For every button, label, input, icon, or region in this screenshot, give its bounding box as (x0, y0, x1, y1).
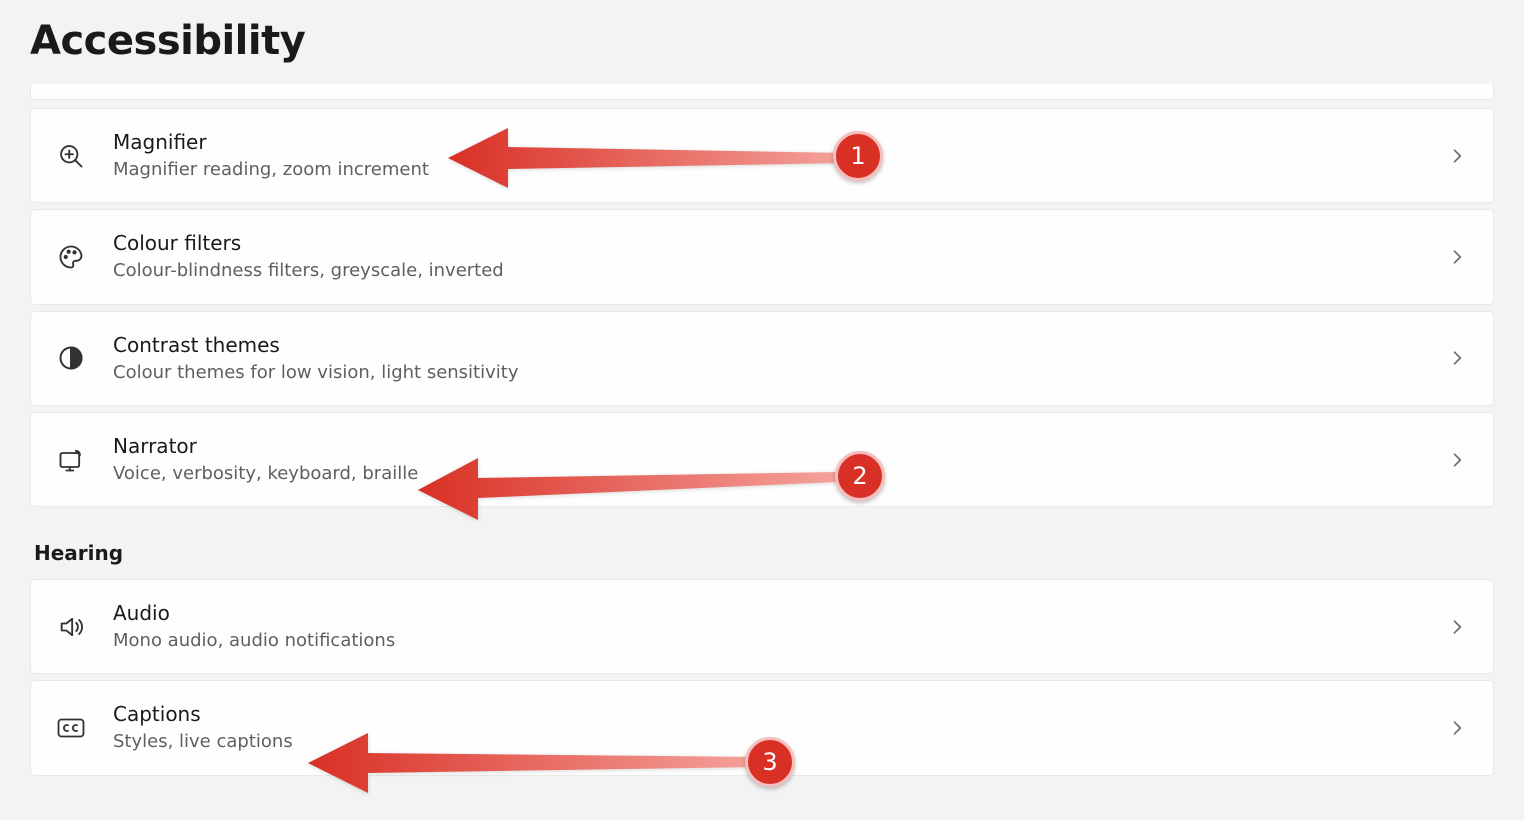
settings-item-colour-filters[interactable]: Colour filters Colour-blindness filters,… (30, 209, 1494, 304)
contrast-icon (57, 344, 85, 372)
settings-item-audio[interactable]: Audio Mono audio, audio notifications (30, 579, 1494, 674)
settings-item-title: Magnifier (113, 129, 1419, 156)
settings-item-captions[interactable]: Captions Styles, live captions (30, 680, 1494, 775)
chevron-right-icon (1447, 146, 1467, 166)
speaker-icon (57, 613, 85, 641)
chevron-right-icon (1447, 247, 1467, 267)
narrator-icon (57, 446, 85, 474)
settings-item-magnifier[interactable]: Magnifier Magnifier reading, zoom increm… (30, 108, 1494, 203)
chevron-right-icon (1447, 450, 1467, 470)
palette-icon (57, 243, 85, 271)
settings-item-narrator[interactable]: Narrator Voice, verbosity, keyboard, bra… (30, 412, 1494, 507)
settings-item-subtitle: Voice, verbosity, keyboard, braille (113, 462, 1419, 486)
settings-item-title: Audio (113, 600, 1419, 627)
settings-item-title: Colour filters (113, 230, 1419, 257)
captions-icon (57, 714, 85, 742)
settings-item-subtitle: Magnifier reading, zoom increment (113, 158, 1419, 182)
chevron-right-icon (1447, 617, 1467, 637)
chevron-right-icon (1447, 718, 1467, 738)
settings-item-title: Narrator (113, 433, 1419, 460)
settings-item-title: Contrast themes (113, 332, 1419, 359)
section-heading-hearing: Hearing (30, 513, 1494, 579)
settings-item-title: Captions (113, 701, 1419, 728)
settings-item-subtitle: Colour themes for low vision, light sens… (113, 361, 1419, 385)
settings-item-subtitle: Styles, live captions (113, 730, 1419, 754)
settings-item-subtitle: Colour-blindness filters, greyscale, inv… (113, 259, 1419, 283)
settings-item-partial (30, 84, 1494, 100)
chevron-right-icon (1447, 348, 1467, 368)
page-title: Accessibility (30, 0, 1494, 84)
settings-item-contrast-themes[interactable]: Contrast themes Colour themes for low vi… (30, 311, 1494, 406)
magnifier-icon (57, 142, 85, 170)
settings-item-subtitle: Mono audio, audio notifications (113, 629, 1419, 653)
